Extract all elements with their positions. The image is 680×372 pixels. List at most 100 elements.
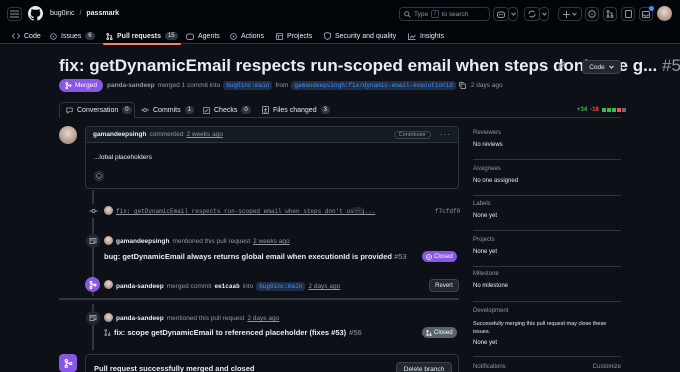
copilot-button[interactable]	[493, 7, 509, 21]
repo-nav: Code Issues 6 Pull requests 15 Agents Ac…	[0, 28, 680, 45]
agents-icon	[186, 33, 194, 40]
comment-author-avatar[interactable]	[59, 126, 77, 144]
diff-additions: +34	[577, 107, 588, 113]
owner-link[interactable]: bug0inc	[50, 10, 75, 17]
comment-options-icon[interactable]: ···	[440, 130, 451, 139]
delete-branch-button[interactable]: Delete branch	[396, 362, 452, 372]
customize-link[interactable]: Customize	[593, 364, 621, 370]
repo-link[interactable]: passmark	[86, 10, 119, 17]
hamburger-icon	[10, 10, 19, 18]
shield-icon	[324, 32, 331, 40]
sidebar-milestone[interactable]: Milestone No milestone	[473, 271, 621, 302]
issues-shortcut-button[interactable]	[585, 7, 599, 21]
edit-title-icon[interactable]	[558, 61, 566, 69]
chevron-down-icon	[541, 12, 547, 16]
referenced-pr-link[interactable]: fix: scope getDynamicEmail to referenced…	[104, 328, 362, 337]
tab-agents[interactable]: Agents	[186, 28, 220, 44]
create-new-button[interactable]	[558, 7, 582, 21]
tab-actions[interactable]: Actions	[230, 28, 264, 44]
pr-author-link[interactable]: panda-sandeep	[107, 82, 155, 89]
revert-button[interactable]: Revert	[429, 279, 459, 292]
contributor-badge: Contributor	[393, 130, 431, 139]
merge-into: into	[242, 283, 254, 290]
sidebar-value: None yet	[473, 213, 498, 219]
referenced-issue-link[interactable]: bug: getDynamicEmail always returns glob…	[104, 252, 407, 261]
github-logo-icon[interactable]	[28, 6, 43, 21]
mention-time[interactable]: 2 days ago	[247, 315, 279, 322]
sidebar-labels[interactable]: Labels None yet	[473, 201, 621, 231]
tab-insights[interactable]: Insights	[408, 28, 444, 44]
pull-request-closed-icon	[104, 329, 111, 336]
commit-author-avatar[interactable]	[104, 206, 113, 215]
issue-state-badge: Closed	[422, 251, 457, 262]
merge-time[interactable]: 2 days ago	[308, 283, 340, 290]
notifications-button[interactable]	[639, 6, 654, 21]
cross-reference-icon	[89, 238, 97, 244]
play-icon	[230, 32, 237, 40]
sidebar-assignees[interactable]: Assignees No one assigned	[473, 166, 621, 196]
menu-button[interactable]	[7, 7, 22, 21]
commit-icon	[89, 209, 97, 213]
tab-code[interactable]: Code	[12, 28, 41, 44]
tab-label: Insights	[420, 32, 445, 40]
pr-state-badge: Merged	[59, 79, 103, 92]
merge-branch[interactable]: bug0inc:main	[256, 282, 306, 291]
merge-sha[interactable]: ee1caab	[214, 283, 239, 290]
mention-user[interactable]: panda-sandeep	[116, 315, 164, 322]
merger-user[interactable]: panda-sandeep	[116, 283, 164, 290]
diff-stat: +34 -18	[577, 107, 626, 113]
tab-projects[interactable]: Projects	[276, 28, 312, 44]
search-input[interactable]: Type / to search	[399, 7, 490, 21]
user-avatar[interactable]	[657, 6, 672, 21]
pr-state-label: Merged	[74, 82, 98, 89]
tab-pull-requests[interactable]: Pull requests 15	[103, 28, 181, 45]
code-icon	[12, 33, 20, 39]
pr-state-label: Closed	[434, 329, 453, 336]
chevron-down-icon	[608, 65, 614, 69]
comment-author[interactable]: gamandeepsingh	[93, 131, 146, 138]
pr-summary: panda-sandeep merged 1 commit into bug0i…	[107, 81, 503, 90]
sidebar-heading: Reviewers	[473, 130, 502, 136]
plus-icon	[563, 10, 570, 18]
copy-icon[interactable]	[458, 82, 466, 89]
sidebar-development[interactable]: Development Successfully merging this pu…	[473, 308, 621, 357]
sidebar-projects[interactable]: Projects None yet	[473, 237, 621, 267]
sync-button[interactable]	[524, 7, 540, 21]
tab-commits[interactable]: Commits 1	[141, 103, 194, 117]
sidebar-heading: Assignees	[473, 166, 501, 172]
tab-issues[interactable]: Issues 6	[50, 28, 95, 44]
path-separator: /	[79, 10, 82, 17]
cross-ref-badge	[86, 234, 100, 248]
tab-files-changed[interactable]: Files changed 3	[262, 103, 330, 117]
merger-avatar[interactable]	[104, 280, 113, 289]
pr-tabs-divider	[59, 117, 621, 118]
comment-time[interactable]: 2 weeks ago	[186, 131, 223, 138]
mention-user[interactable]: gamandeepsingh	[116, 238, 169, 245]
sidebar-reviewers[interactable]: Reviewers No reviews	[473, 130, 621, 160]
pr-time: 2 days ago	[470, 82, 503, 89]
base-branch[interactable]: bug0inc:main	[223, 81, 273, 90]
commit-expand-button[interactable]: ...	[353, 207, 363, 214]
add-reaction-button[interactable]	[94, 171, 104, 181]
mention-user-avatar[interactable]	[104, 236, 113, 245]
tab-checks[interactable]: Checks 0	[203, 103, 251, 117]
commit-sha[interactable]: f7cfdf0	[435, 208, 460, 215]
sync-menu-button[interactable]	[539, 7, 549, 21]
pull-request-icon	[106, 32, 113, 40]
mention-text: mentioned this pull request	[166, 315, 245, 322]
tab-label: Code	[24, 32, 41, 40]
code-button[interactable]: Code	[582, 60, 621, 74]
commit-message-link[interactable]: fix: getDynamicEmail respects run-scoped…	[116, 208, 375, 215]
tab-security[interactable]: Security and quality	[324, 28, 396, 44]
tab-count: 1	[184, 106, 194, 114]
merge-icon	[64, 358, 72, 368]
mention-time[interactable]: 2 weeks ago	[253, 238, 290, 245]
search-placeholder: Type	[414, 10, 429, 18]
head-branch[interactable]: gamandeepsingh:fix/dynamic-email-executi…	[291, 81, 456, 90]
pull-requests-shortcut-button[interactable]	[603, 7, 617, 21]
cross-reference-icon	[89, 315, 97, 321]
checklist-icon	[203, 106, 210, 114]
mention-user-avatar[interactable]	[104, 313, 113, 322]
copilot-menu-button[interactable]	[508, 7, 518, 21]
repositories-shortcut-button[interactable]	[621, 7, 635, 21]
